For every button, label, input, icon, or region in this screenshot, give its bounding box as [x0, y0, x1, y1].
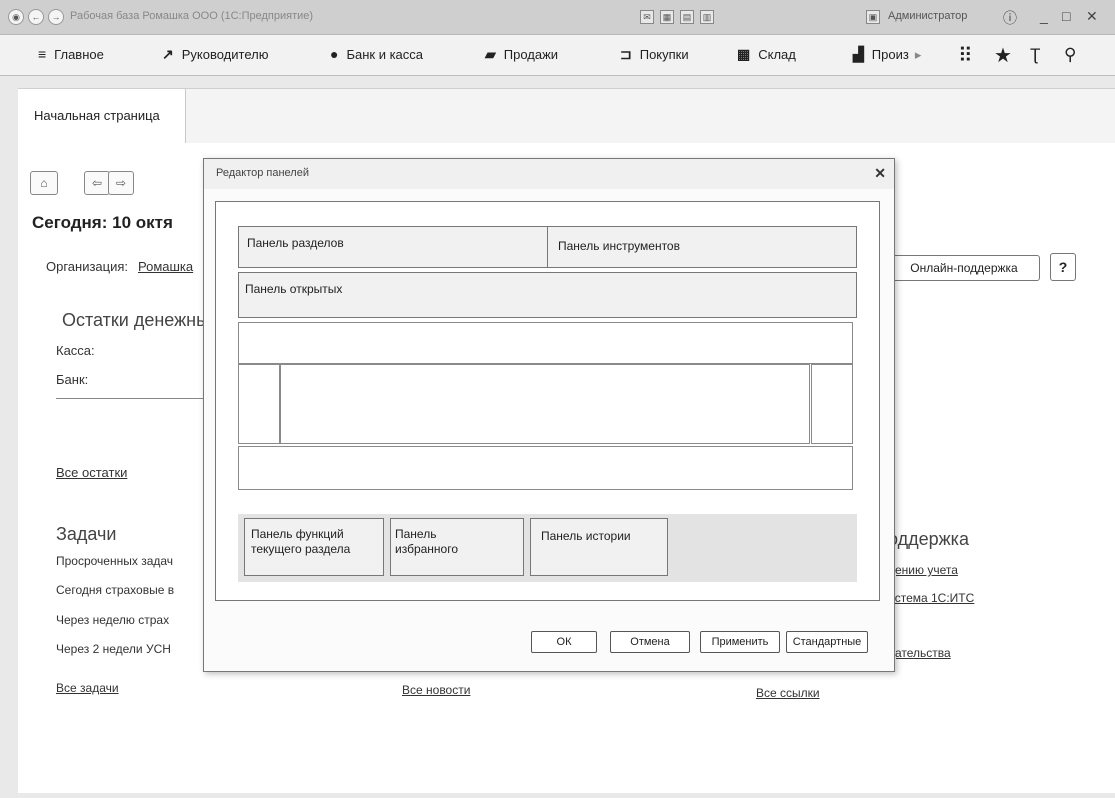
support-heading: оддержка	[888, 529, 969, 549]
forward-icon[interactable]: ⇨	[108, 171, 134, 195]
online-support-button[interactable]: Онлайн-поддержка	[888, 255, 1040, 281]
display-icon[interactable]: ▣	[866, 10, 880, 24]
window-titlebar: ◉ ← → Рабочая база Ромашка ООО (1С:Предп…	[0, 0, 1115, 35]
panel-layout-area: Панель разделов Панель инструментов Пане…	[215, 201, 880, 601]
kassa-label: Касса:	[56, 343, 95, 358]
tasks-heading: Задачи	[56, 524, 117, 544]
menu-item-warehouse[interactable]: ▦ Склад	[737, 46, 796, 63]
close-window-icon[interactable]: ✕	[1086, 8, 1098, 25]
panel-functions[interactable]: Панель функций текущего раздела	[244, 518, 384, 576]
panel-history[interactable]: Панель истории	[530, 518, 668, 576]
standard-button[interactable]: Стандартные	[786, 631, 868, 653]
minimize-icon[interactable]: _	[1040, 8, 1048, 24]
close-icon[interactable]: ✕	[874, 165, 886, 182]
task-item[interactable]: Просроченных задач	[56, 554, 173, 568]
warehouse-icon: ▦	[737, 46, 751, 62]
coin-icon: ●	[330, 46, 339, 62]
info-icon[interactable]: ⓘ	[1003, 8, 1017, 28]
back-nav-icon[interactable]: ←	[28, 9, 44, 25]
balances-heading: Остатки денежны	[62, 310, 210, 330]
empty-drop-zone-top[interactable]	[238, 322, 853, 364]
menu-item-bank[interactable]: ● Банк и касса	[330, 46, 423, 62]
calendar-icon[interactable]: ▦	[660, 10, 674, 24]
all-links-link[interactable]: Все ссылки	[756, 686, 820, 700]
help-button[interactable]: ?	[1050, 253, 1076, 281]
open-pages-panel: Начальная страница	[18, 88, 1115, 144]
calculator-icon[interactable]: ▤	[680, 10, 694, 24]
sections-panel: ≡ Главное ↗ Руководителю ● Банк и касса ▰ Пр…	[0, 35, 1115, 76]
menu-item-main[interactable]: ≡ Главное	[38, 46, 104, 62]
tab-home-page[interactable]: Начальная страница	[18, 89, 186, 143]
menu-item-manager[interactable]: ↗ Руководителю	[162, 46, 268, 63]
empty-drop-zone-bottom[interactable]	[238, 446, 853, 490]
shopping-bag-icon: ▰	[485, 46, 496, 62]
organization-label: Организация:	[46, 259, 129, 274]
search-icon[interactable]: ⚲	[1064, 45, 1076, 65]
panel-editor-dialog: Редактор панелей ✕ Панель разделов Панел…	[203, 158, 895, 672]
back-icon[interactable]: ⇦	[84, 171, 110, 195]
favorites-star-icon[interactable]: ★	[994, 43, 1012, 68]
divider	[56, 398, 216, 399]
home-icon[interactable]: ⌂	[30, 171, 58, 195]
cart-icon: ⊐	[620, 46, 632, 62]
empty-drop-zone-right[interactable]	[811, 364, 853, 444]
panel-sections[interactable]: Панель разделов	[238, 226, 548, 268]
task-item[interactable]: Через 2 недели УСН	[56, 642, 171, 656]
bank-label: Банк:	[56, 372, 89, 387]
current-user[interactable]: Администратор	[888, 10, 967, 22]
dialog-title: Редактор панелей	[216, 167, 309, 179]
page-title: Сегодня: 10 октя	[32, 213, 173, 232]
dialog-titlebar[interactable]: Редактор панелей ✕	[204, 159, 894, 189]
all-functions-icon[interactable]: ⠿	[958, 43, 973, 68]
menu-item-sales[interactable]: ▰ Продажи	[485, 46, 558, 63]
maximize-icon[interactable]: □	[1062, 8, 1070, 24]
menu-item-purchases[interactable]: ⊐ Покупки	[620, 46, 689, 63]
production-icon: ▟	[853, 46, 864, 62]
hamburger-icon: ≡	[38, 46, 47, 62]
task-item[interactable]: Сегодня страховые в	[56, 583, 174, 597]
menu-scroll-arrow-icon[interactable]: ▸	[915, 47, 922, 62]
menu-item-production[interactable]: ▟ Произ ▸	[853, 46, 921, 63]
ok-button[interactable]: ОК	[531, 631, 597, 653]
all-news-link[interactable]: Все новости	[402, 683, 470, 697]
panel-tools[interactable]: Панель инструментов	[547, 226, 857, 268]
organization-link[interactable]: Ромашка	[138, 259, 193, 274]
support-link[interactable]: истема 1С:ИТС	[888, 591, 974, 605]
panel-favorites[interactable]: Панель избранного	[390, 518, 524, 576]
all-tasks-link[interactable]: Все задачи	[56, 681, 119, 695]
apply-button[interactable]: Применить	[700, 631, 780, 653]
app-menu-icon[interactable]: ◉	[8, 9, 24, 25]
forward-nav-icon[interactable]: →	[48, 9, 64, 25]
cancel-button[interactable]: Отмена	[610, 631, 690, 653]
trend-chart-icon: ↗	[162, 46, 174, 62]
all-balances-link[interactable]: Все остатки	[56, 465, 127, 480]
support-link[interactable]: дательства	[888, 646, 951, 660]
mail-icon[interactable]: ✉	[640, 10, 654, 24]
panel-open[interactable]: Панель открытых	[238, 272, 857, 318]
task-item[interactable]: Через неделю страх	[56, 613, 169, 627]
clipboard-icon[interactable]: ▥	[700, 10, 714, 24]
window-title: Рабочая база Ромашка ООО (1С:Предприятие…	[70, 10, 314, 22]
available-panels-area: Панель функций текущего раздела Панель и…	[238, 514, 857, 582]
workspace-area	[280, 364, 810, 444]
support-link[interactable]: дению учета	[888, 563, 958, 577]
empty-drop-zone-left[interactable]	[238, 364, 280, 444]
history-icon[interactable]: Ʈ	[1030, 45, 1040, 65]
